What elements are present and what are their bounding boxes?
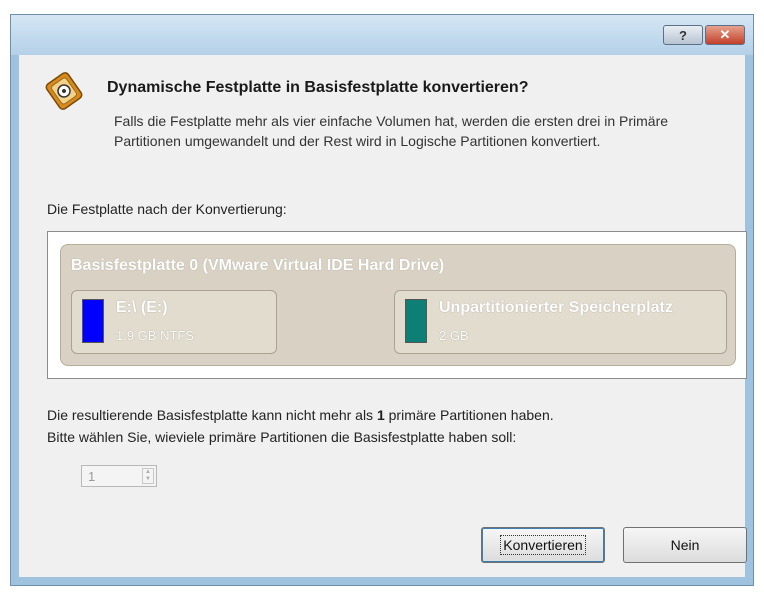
- partition-name: E:\ (E:): [116, 299, 168, 316]
- disk-panel: Basisfestplatte 0 (VMware Virtual IDE Ha…: [60, 244, 736, 366]
- disk-preview: Basisfestplatte 0 (VMware Virtual IDE Ha…: [47, 231, 747, 379]
- max-partitions-text: Die resultierende Basisfestplatte kann n…: [47, 407, 554, 423]
- spinner-value: 1: [88, 469, 96, 484]
- preview-label: Die Festplatte nach der Konvertierung:: [47, 201, 287, 217]
- spinner-arrows-icon[interactable]: ▲ ▼: [142, 468, 154, 484]
- partition-color-swatch: [405, 299, 427, 343]
- no-button-label: Nein: [670, 537, 700, 553]
- info-prefix: Die resultierende Basisfestplatte kann n…: [47, 407, 377, 423]
- info-suffix: primäre Partitionen haben.: [384, 407, 554, 423]
- choose-partitions-text: Bitte wählen Sie, wieviele primäre Parti…: [47, 429, 517, 445]
- partition-unallocated[interactable]: Unpartitionierter Speicherplatz 2 GB: [394, 290, 727, 354]
- help-icon: ?: [679, 27, 687, 43]
- close-button[interactable]: ✕: [705, 25, 745, 45]
- partition-color-swatch: [82, 299, 104, 343]
- partition-e[interactable]: E:\ (E:) 1.9 GB NTFS: [71, 290, 277, 354]
- dialog-description: Falls die Festplatte mehr als vier einfa…: [114, 113, 669, 149]
- dialog-body: Dynamische Festplatte in Basisfestplatte…: [19, 55, 747, 577]
- dialog-window: ? ✕ Dynamische Festplatte in Basisfestpl…: [10, 14, 754, 586]
- partition-name: Unpartitionierter Speicherplatz: [439, 299, 673, 316]
- no-button[interactable]: Nein: [623, 527, 747, 563]
- disk-title: Basisfestplatte 0 (VMware Virtual IDE Ha…: [71, 257, 445, 274]
- partition-size: 1.9 GB NTFS: [116, 328, 195, 343]
- close-icon: ✕: [719, 27, 731, 42]
- disk-convert-icon: [45, 72, 83, 110]
- convert-button-label: Konvertieren: [500, 535, 586, 555]
- title-bar: ? ✕: [11, 15, 753, 55]
- convert-button[interactable]: Konvertieren: [481, 527, 605, 563]
- dialog-heading: Dynamische Festplatte in Basisfestplatte…: [107, 79, 529, 96]
- partition-size: 2 GB: [439, 328, 469, 343]
- max-partitions-number: 1: [376, 407, 385, 423]
- primary-partitions-spinner[interactable]: 1 ▲ ▼: [81, 465, 157, 487]
- help-button[interactable]: ?: [663, 25, 703, 45]
